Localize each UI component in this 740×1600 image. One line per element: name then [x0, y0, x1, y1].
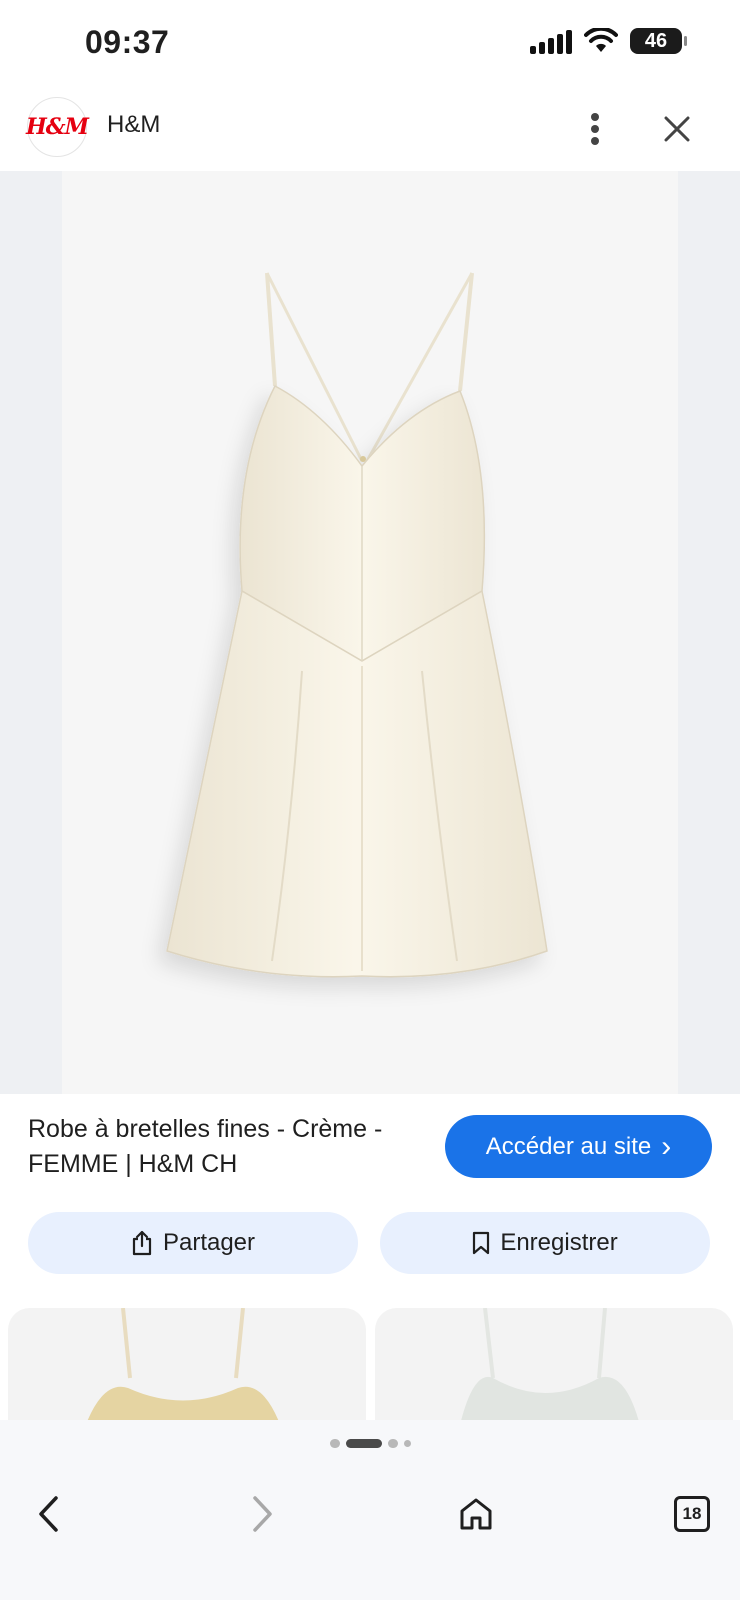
pager-dot[interactable]: [329, 1438, 340, 1448]
home-button[interactable]: [448, 1486, 504, 1542]
share-button[interactable]: Partager: [28, 1212, 358, 1274]
save-button[interactable]: Enregistrer: [380, 1212, 710, 1274]
more-vertical-icon: [591, 113, 599, 145]
dress-image: [166, 272, 548, 978]
signal-icon: [530, 28, 572, 54]
product-image[interactable]: [0, 171, 740, 1094]
related-card[interactable]: [8, 1308, 366, 1420]
chevron-right-icon: ›: [661, 1129, 672, 1163]
share-icon: [132, 1230, 152, 1256]
save-label: Enregistrer: [500, 1229, 618, 1256]
product-info: Robe à bretelles fines - Crème - FEMME |…: [0, 1094, 740, 1204]
tabs-icon: 18: [674, 1496, 710, 1532]
site-name: H&M: [107, 111, 161, 138]
brand-logo[interactable]: H&M: [26, 97, 89, 157]
visit-site-label: Accéder au site: [485, 1132, 652, 1160]
image-pager: [0, 1420, 740, 1466]
close-icon: [664, 116, 690, 142]
pager-dot[interactable]: [387, 1438, 398, 1448]
tabs-button[interactable]: 18: [664, 1486, 720, 1542]
forward-button[interactable]: [235, 1486, 291, 1542]
related-card[interactable]: [375, 1308, 733, 1420]
home-icon: [460, 1498, 492, 1530]
status-bar: 09:37 46: [0, 0, 740, 88]
battery-icon: 46: [630, 28, 687, 54]
bottom-navigation: 18: [0, 1466, 740, 1600]
viewer-header: H&M H&M: [0, 88, 740, 170]
close-button[interactable]: [654, 106, 700, 152]
related-dress-image: [461, 1308, 639, 1420]
tab-count: 18: [682, 1504, 702, 1523]
related-dress-image: [87, 1308, 279, 1420]
forward-icon: [253, 1496, 272, 1532]
more-options-button[interactable]: [572, 106, 618, 152]
product-image-frame: [62, 171, 678, 1094]
product-title[interactable]: Robe à bretelles fines - Crème - FEMME |…: [28, 1112, 428, 1182]
visit-site-button[interactable]: Accéder au site ›: [445, 1115, 712, 1178]
share-label: Partager: [162, 1229, 256, 1256]
back-button[interactable]: [20, 1486, 76, 1542]
logo-text: H&M: [26, 114, 89, 140]
wifi-icon: [584, 28, 618, 52]
back-icon: [39, 1496, 58, 1532]
status-time: 09:37: [85, 24, 170, 60]
status-icons: 46: [530, 28, 687, 54]
pager-dot-active[interactable]: [345, 1438, 382, 1448]
bookmark-icon: [473, 1231, 490, 1255]
related-results: [0, 1306, 740, 1420]
pager-dot[interactable]: [403, 1439, 411, 1447]
battery-level: 46: [644, 29, 668, 52]
action-buttons: Partager Enregistrer: [0, 1210, 740, 1276]
